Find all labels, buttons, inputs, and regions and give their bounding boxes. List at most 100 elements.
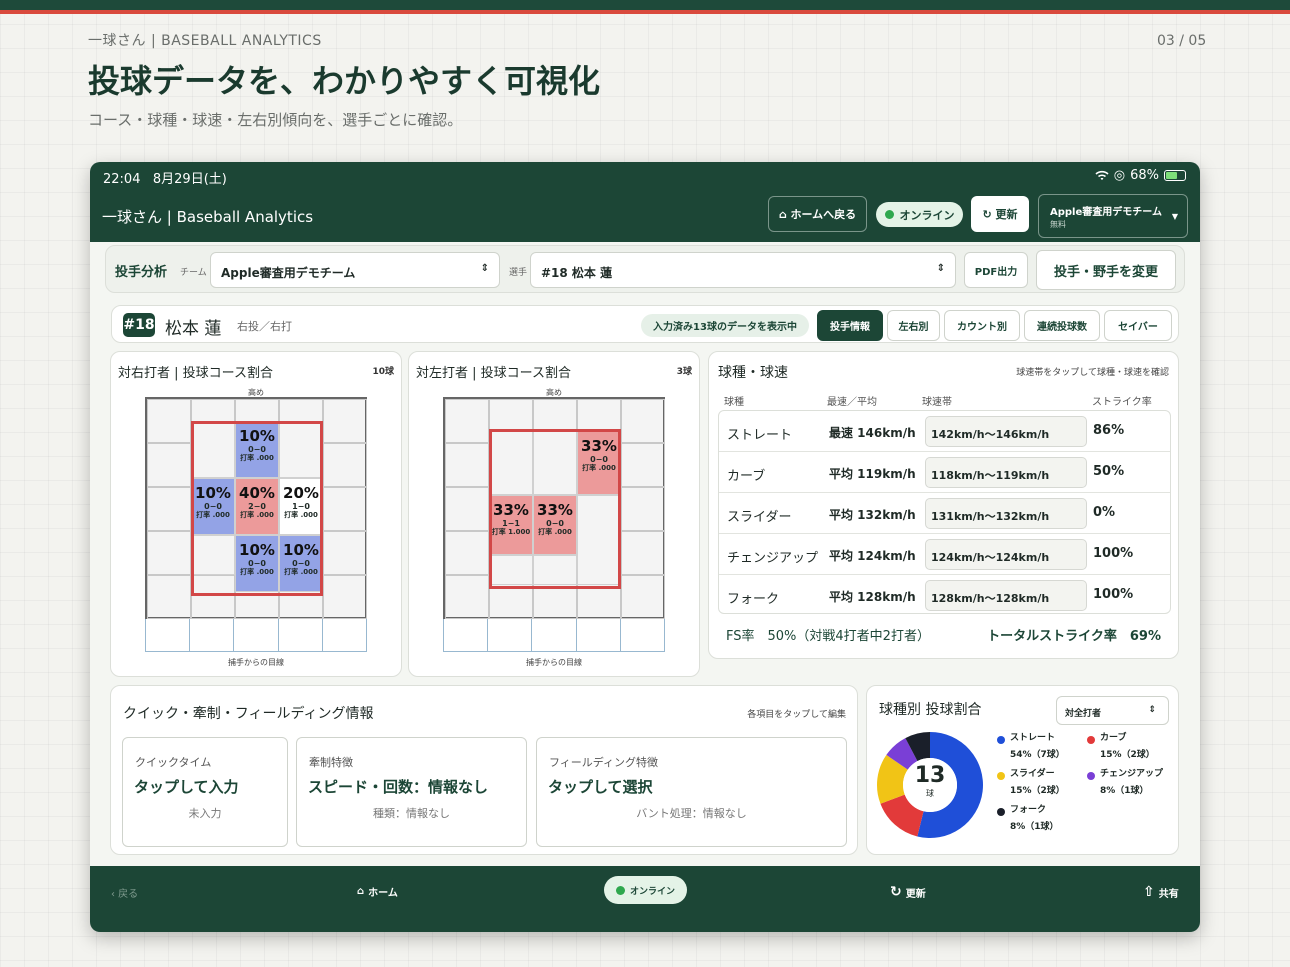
zone-lower-band	[443, 619, 665, 652]
tab-pitcher-info[interactable]: 投手情報	[817, 310, 883, 341]
speed-band[interactable]: 131km/h〜132km/h	[925, 498, 1087, 529]
top-accent-bar	[0, 0, 1290, 10]
pickoff-box[interactable]: 牽制特徴 スピード・回数：情報なし 種類：情報なし	[296, 737, 527, 847]
chevron-updown-icon: ⇕	[936, 263, 945, 274]
lock-rotation-icon: ◎	[1113, 168, 1126, 183]
strike-zone-outline	[191, 421, 323, 596]
back-button[interactable]: ‹ 戻る	[111, 885, 138, 900]
slide-page-number: 03 / 05	[1157, 33, 1207, 49]
team-selector[interactable]: Apple審査用デモチーム 無料 ▼	[1038, 194, 1188, 238]
chevron-updown-icon: ⇕	[480, 263, 489, 274]
legend-item: ストレート 54%（7球）	[997, 730, 1065, 764]
status-time: 22:04 8月29日(土)	[103, 172, 227, 187]
player-number-badge: #18	[123, 313, 155, 337]
team-name: Apple審査用デモチーム	[1050, 207, 1162, 218]
strike-zone-grid: 10% 0−0 打率 .000 10% 0−0 打率 .000 40% 2−0 打率 .00…	[145, 397, 367, 619]
slide-brand: 一球さん | BASEBALL ANALYTICS	[88, 33, 322, 49]
zone-caption: 捕手からの目線	[526, 658, 582, 667]
table-row[interactable]: スライダー 平均 132km/h 131km/h〜132km/h 0%	[719, 493, 1170, 534]
team-field-label: チーム	[180, 268, 207, 278]
fs-rate: FS率 50%（対戦4打者中2打者）	[726, 629, 930, 644]
player-field-label: 選手	[509, 268, 528, 278]
pitch-mix-card: 球種別 投球割合 対全打者 ⇕ 13 球 ストレート 54%（7球） カーブ 15%（…	[866, 685, 1179, 855]
change-player-button[interactable]: 投手・野手を変更	[1036, 250, 1176, 290]
table-row[interactable]: ストレート 最速 146km/h 142km/h〜146km/h 86%	[719, 411, 1170, 452]
slide-title: 投球データを、わかりやすく可視化	[88, 62, 601, 100]
chevron-updown-icon: ⇕	[1148, 705, 1156, 715]
zone-lower-band	[145, 619, 367, 652]
team-select[interactable]: Apple審査用デモチーム ⇕	[210, 252, 500, 288]
app-header: 一球さん | Baseball Analytics ⌂ ホームへ戻る オンライン…	[90, 190, 1200, 242]
home-back-button[interactable]: ⌂ ホームへ戻る	[768, 196, 867, 232]
filter-bar: 投手分析 チーム Apple審査用デモチーム ⇕ 選手 #18 松本 蓮 ⇕ PDF…	[105, 245, 1185, 293]
nav-share[interactable]: ⇧ 共有	[1143, 884, 1179, 900]
online-label: オンライン	[899, 208, 955, 222]
quick-hint: 各項目をタップして編集	[747, 710, 846, 720]
battery-icon	[1164, 170, 1186, 181]
speed-title: 球種・球速	[718, 365, 788, 381]
nav-home[interactable]: ⌂ ホーム	[357, 884, 398, 899]
tab-saber[interactable]: セイバー	[1104, 310, 1172, 341]
speed-band[interactable]: 142km/h〜146km/h	[925, 416, 1087, 447]
battery-percent: 68%	[1130, 168, 1159, 183]
table-row[interactable]: フォーク 平均 128km/h 128km/h〜128km/h 100%	[719, 575, 1170, 616]
wifi-icon	[1095, 170, 1109, 180]
status-right: ◎ 68%	[1095, 168, 1186, 183]
zone-caption: 捕手からの目線	[228, 658, 284, 667]
pdf-export-button[interactable]: PDF出力	[964, 252, 1028, 288]
speed-band[interactable]: 124km/h〜124km/h	[925, 539, 1087, 570]
tab-left-right[interactable]: 左右別	[887, 310, 940, 341]
donut-center: 13 球	[907, 763, 953, 799]
zone-pitch-count: 10球	[372, 367, 394, 377]
team-select-value: Apple審査用デモチーム	[221, 266, 356, 280]
zone-card-vs-left: 対左打者 | 投球コース割合 3球 高め 33% 0−0 打率 .000 33% 1−…	[408, 351, 700, 677]
strike-zone-outline	[489, 429, 621, 589]
donut-total: 13	[914, 763, 946, 788]
player-select-value: #18 松本 蓮	[541, 266, 613, 280]
tablet-screen: 22:04 8月29日(土) ◎ 68% 一球さん | Baseball Ana…	[90, 162, 1200, 932]
nav-refresh[interactable]: ↻ 更新	[890, 884, 926, 900]
table-row[interactable]: チェンジアップ 平均 124km/h 124km/h〜124km/h 100%	[719, 534, 1170, 575]
tab-by-count[interactable]: カウント別	[944, 310, 1020, 341]
nav-online-pill[interactable]: オンライン	[604, 876, 687, 904]
app-title: 一球さん | Baseball Analytics	[102, 208, 314, 226]
col-header-strike: ストライク率	[1092, 397, 1152, 408]
mix-title: 球種別 投球割合	[879, 702, 982, 718]
zone-pitch-count: 3球	[676, 367, 692, 377]
player-header: #18 松本 蓮 右投／右打 入力済み13球のデータを表示中 投手情報 左右別 …	[111, 305, 1179, 343]
speed-band[interactable]: 118km/h〜119km/h	[925, 457, 1087, 488]
zone-card-vs-right: 対右打者 | 投球コース割合 10球 高め 10% 0−0 打率 .000 10% 0…	[110, 351, 402, 677]
bottom-nav: ‹ 戻る ⌂ ホーム オンライン ↻ 更新 ⇧ 共有	[90, 866, 1200, 932]
donut-unit: 球	[926, 789, 934, 798]
status-bar: 22:04 8月29日(土) ◎ 68%	[90, 162, 1200, 190]
batter-filter-value: 対全打者	[1065, 709, 1102, 719]
refresh-button[interactable]: ↻ 更新	[971, 196, 1029, 232]
chevron-down-icon: ▼	[1171, 212, 1178, 221]
batter-filter-select[interactable]: 対全打者 ⇕	[1056, 696, 1169, 725]
tab-consecutive[interactable]: 連続投球数	[1024, 310, 1100, 341]
quick-time-box[interactable]: クイックタイム タップして入力 未入力	[122, 737, 288, 847]
pitch-speed-card: 球種・球速 球速帯をタップして球種・球速を確認 球種 最速／平均 球速帯 ストラ…	[708, 351, 1179, 659]
refresh-icon: ↻	[890, 884, 902, 900]
online-dot-icon	[615, 885, 625, 895]
quick-fielding-card: クイック・牽制・フィールディング情報 各項目をタップして編集 クイックタイム タッ…	[110, 685, 858, 855]
share-icon: ⇧	[1143, 884, 1155, 900]
online-status-pill[interactable]: オンライン	[876, 202, 963, 227]
strike-zone-grid: 33% 0−0 打率 .000 33% 1−1 打率 1.000 33% 0−0 打率 .0…	[443, 397, 665, 619]
player-select[interactable]: #18 松本 蓮 ⇕	[530, 252, 956, 288]
legend-item: フォーク 8%（1球）	[997, 802, 1059, 836]
data-count-pill: 入力済み13球のデータを表示中	[641, 314, 809, 337]
speed-hint: 球速帯をタップして球種・球速を確認	[1016, 368, 1169, 378]
player-name: 松本 蓮	[165, 319, 222, 339]
zone-title: 対左打者 | 投球コース割合	[416, 366, 571, 381]
legend-item: カーブ 15%（2球）	[1087, 730, 1155, 764]
table-row[interactable]: カーブ 平均 119km/h 118km/h〜119km/h 50%	[719, 452, 1170, 493]
player-handedness: 右投／右打	[237, 320, 292, 333]
zone-title: 対右打者 | 投球コース割合	[118, 366, 273, 381]
slide-subtitle: コース・球種・球速・左右別傾向を、選手ごとに確認。	[88, 111, 463, 129]
speed-band[interactable]: 128km/h〜128km/h	[925, 580, 1087, 611]
col-header-type: 球種	[724, 397, 744, 408]
team-plan: 無料	[1050, 220, 1066, 229]
fielding-box[interactable]: フィールディング特徴 タップして選択 バント処理：情報なし	[536, 737, 847, 847]
total-strike-rate: トータルストライク率 69%	[987, 629, 1161, 644]
